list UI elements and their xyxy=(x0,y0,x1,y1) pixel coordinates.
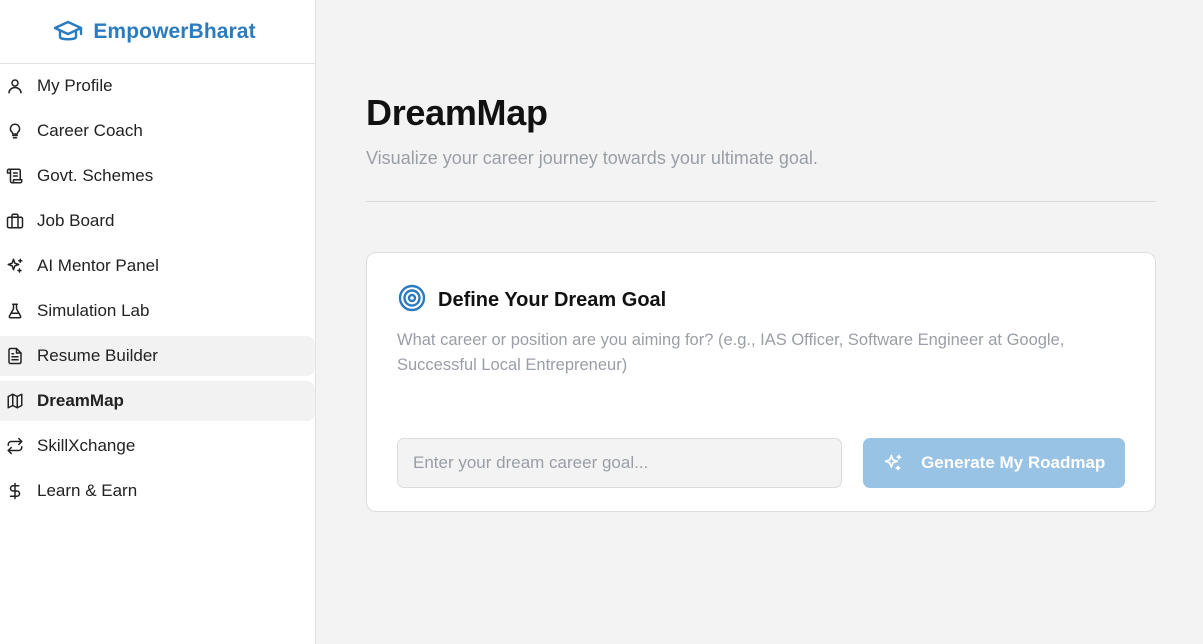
target-icon xyxy=(397,283,427,318)
sidebar-item-label: Learn & Earn xyxy=(37,481,138,500)
sidebar-item-dreammap[interactable]: DreamMap xyxy=(0,381,315,421)
sidebar-item-label: Career Coach xyxy=(37,121,143,140)
sidebar-item-job-board[interactable]: Job Board xyxy=(0,201,315,241)
app-shell: EmpowerBharat My Profile Career Coach Go… xyxy=(0,0,1203,644)
sparkles-icon xyxy=(883,453,903,473)
sidebar-item-govt-schemes[interactable]: Govt. Schemes xyxy=(0,156,315,196)
sidebar-item-ai-mentor-panel[interactable]: AI Mentor Panel xyxy=(0,246,315,286)
divider xyxy=(366,201,1156,202)
card-description: What career or position are you aiming f… xyxy=(397,331,1065,374)
flask-icon xyxy=(6,302,24,320)
sidebar-item-skillxchange[interactable]: SkillXchange xyxy=(0,426,315,466)
sidebar-item-learn-earn[interactable]: Learn & Earn xyxy=(0,471,315,511)
sidebar-item-label: Job Board xyxy=(37,211,115,230)
user-icon xyxy=(6,77,24,95)
lightbulb-icon xyxy=(6,122,24,140)
sparkles-icon xyxy=(6,257,24,275)
card-header: Define Your Dream Goal xyxy=(397,283,1125,318)
goal-form: Generate My Roadmap xyxy=(397,438,1125,488)
sidebar-item-my-profile[interactable]: My Profile xyxy=(0,66,315,106)
sidebar-item-label: Resume Builder xyxy=(37,346,158,365)
sidebar-item-simulation-lab[interactable]: Simulation Lab xyxy=(0,291,315,331)
sidebar: EmpowerBharat My Profile Career Coach Go… xyxy=(0,0,316,644)
brand-name: EmpowerBharat xyxy=(93,19,256,43)
brand-logo[interactable]: EmpowerBharat xyxy=(0,0,315,64)
sidebar-item-career-coach[interactable]: Career Coach xyxy=(0,111,315,151)
dollar-icon xyxy=(6,482,24,500)
dream-goal-card: Define Your Dream Goal What career or po… xyxy=(366,252,1156,512)
map-icon xyxy=(6,392,24,410)
page-subtitle: Visualize your career journey towards yo… xyxy=(366,148,818,168)
sidebar-item-resume-builder[interactable]: Resume Builder xyxy=(0,336,315,376)
generate-roadmap-label: Generate My Roadmap xyxy=(921,453,1106,472)
briefcase-icon xyxy=(6,212,24,230)
card-title: Define Your Dream Goal xyxy=(438,289,667,311)
sidebar-item-label: Govt. Schemes xyxy=(37,166,154,185)
dream-goal-input[interactable] xyxy=(397,438,843,488)
sidebar-item-label: DreamMap xyxy=(37,391,124,410)
sidebar-item-label: AI Mentor Panel xyxy=(37,256,159,275)
page-title: DreamMap xyxy=(366,92,548,133)
sidebar-item-label: Simulation Lab xyxy=(37,301,150,320)
scroll-icon xyxy=(6,167,24,185)
main-content: DreamMap Visualize your career journey t… xyxy=(316,0,1203,644)
arrows-exchange-icon xyxy=(6,437,24,455)
sidebar-item-label: My Profile xyxy=(37,76,113,95)
file-text-icon xyxy=(6,347,24,365)
graduation-cap-icon xyxy=(53,19,83,45)
sidebar-nav: My Profile Career Coach Govt. Schemes Jo… xyxy=(0,64,315,511)
generate-roadmap-button[interactable]: Generate My Roadmap xyxy=(863,438,1125,488)
sidebar-item-label: SkillXchange xyxy=(37,436,136,455)
